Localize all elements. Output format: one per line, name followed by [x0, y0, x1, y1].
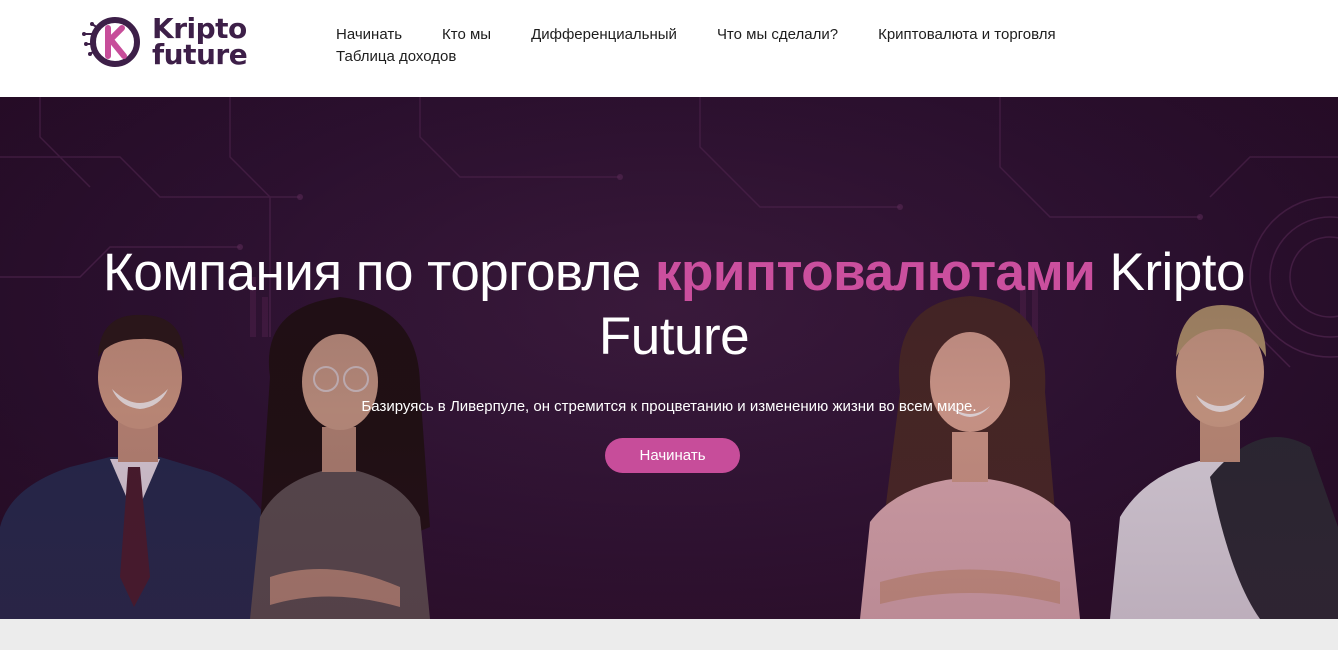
nav-row-2: Таблица доходов [336, 46, 1196, 68]
nav-row-1: Начинать Кто мы Дифференциальный Что мы … [336, 24, 1196, 46]
nav-item-differential[interactable]: Дифференциальный [531, 24, 677, 46]
hero-start-button[interactable]: Начинать [605, 438, 740, 473]
nav-item-crypto-trading[interactable]: Криптовалюта и торговля [878, 24, 1056, 46]
nav-item-income-table[interactable]: Таблица доходов [336, 46, 456, 68]
logo-mark-icon [82, 17, 140, 67]
hero-subtitle: Базируясь в Ливерпуле, он стремится к пр… [361, 398, 977, 415]
site-header: Kripto future Начинать Кто мы Дифференци… [0, 0, 1338, 97]
hero-title-highlight: криптовалютами [655, 243, 1096, 302]
next-section-strip [0, 619, 1338, 650]
hero-section: Компания по торговле криптовалютами Krip… [0, 97, 1338, 619]
main-nav: Начинать Кто мы Дифференциальный Что мы … [336, 24, 1196, 68]
site-logo[interactable]: Kripto future [82, 12, 272, 72]
logo-text-future: future [152, 38, 248, 71]
nav-item-start[interactable]: Начинать [336, 24, 402, 46]
nav-item-what-we-did[interactable]: Что мы сделали? [717, 24, 838, 46]
hero-title: Компания по торговле криптовалютами Krip… [69, 241, 1279, 369]
nav-item-about[interactable]: Кто мы [442, 24, 491, 46]
hero-title-part1: Компания по торговле [102, 243, 655, 302]
